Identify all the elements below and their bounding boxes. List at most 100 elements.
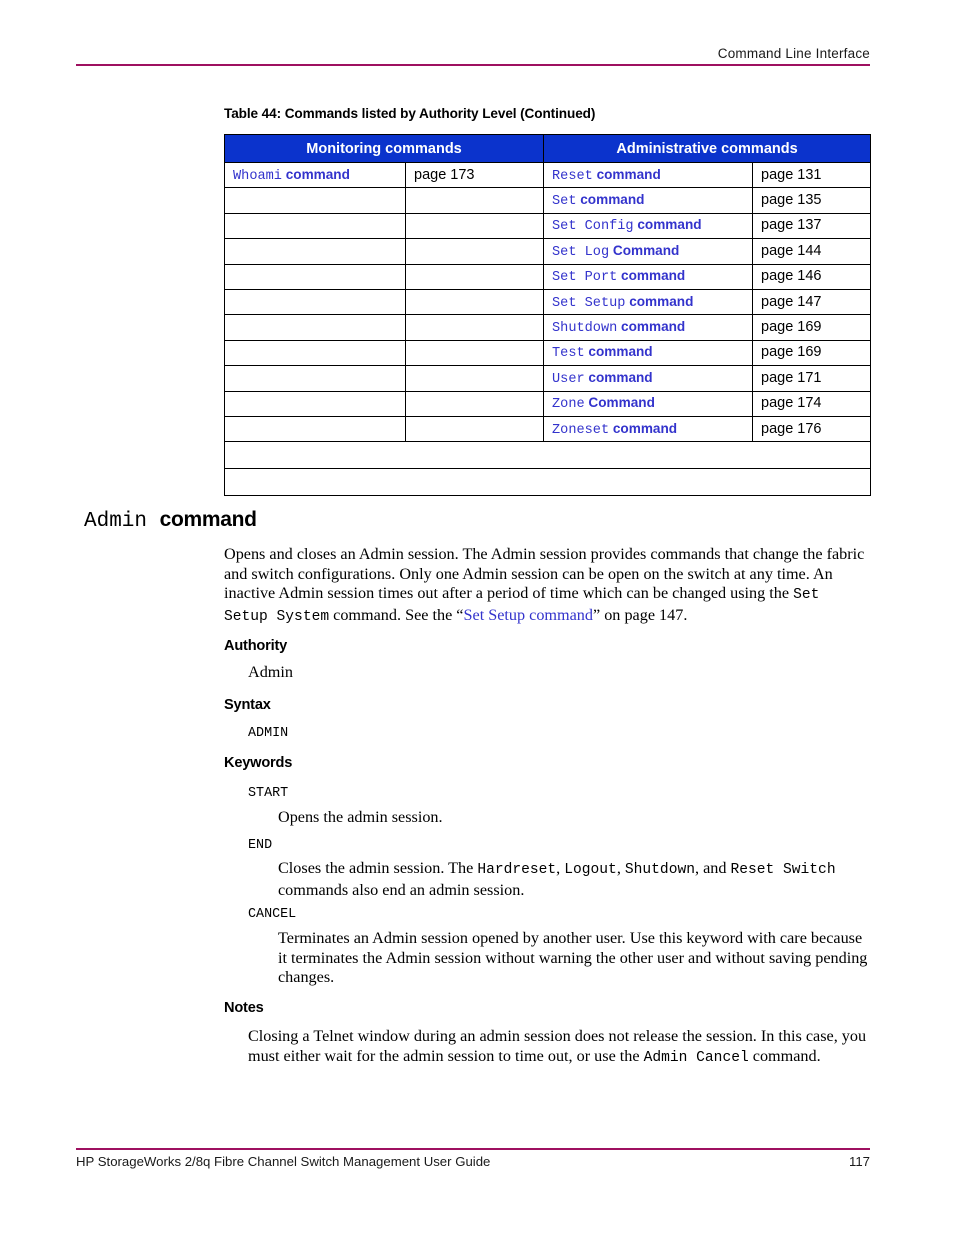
page-reference: page 144: [761, 242, 822, 259]
table-cell-page-reference: page 169: [752, 314, 872, 341]
table-cell-command[interactable]: Reset command: [543, 161, 754, 189]
table-header-row: Monitoring commands Administrative comma…: [223, 134, 872, 163]
keyword-end-text-3: ,: [616, 859, 625, 877]
administrative-command-link[interactable]: Set Port: [552, 270, 617, 285]
footer-page-number: 117: [848, 1153, 870, 1169]
monitoring-command-link[interactable]: Whoami: [233, 169, 282, 184]
running-header-title: Command Line Interface: [717, 46, 870, 61]
table-cell-page-reference: [404, 238, 545, 265]
table-row: Whoami command page 173 Reset command page …: [224, 161, 872, 189]
commands-authority-table: Monitoring commands Administrative comma…: [223, 134, 872, 497]
command-link-word[interactable]: command: [629, 294, 693, 309]
footer-rule: [76, 1148, 870, 1150]
table-cell-command: [224, 415, 406, 443]
table-cell-empty: [223, 441, 872, 470]
intro-text-part2: command. See the “: [329, 605, 464, 624]
administrative-command-link[interactable]: User: [552, 372, 585, 387]
administrative-command-link[interactable]: Zone: [552, 397, 585, 412]
page-footer: HP StorageWorks 2/8q Fibre Channel Switc…: [76, 1148, 870, 1169]
keyword-end-text-4: , and: [694, 859, 731, 877]
table-cell-page-reference: page 169: [752, 339, 872, 367]
command-link-word[interactable]: command: [580, 192, 644, 207]
command-link-word[interactable]: command: [597, 167, 661, 182]
command-link-word[interactable]: command: [637, 217, 701, 232]
table-caption: Table 44: Commands listed by Authority L…: [224, 106, 596, 121]
table-cell-command[interactable]: Whoami command: [224, 161, 406, 189]
table-cell-command[interactable]: Zone Command: [543, 390, 754, 417]
table-cell-command[interactable]: Shutdown command: [543, 314, 754, 341]
table-cell-command[interactable]: User command: [543, 365, 754, 392]
table-cell-page-reference: [404, 365, 545, 392]
keyword-definition-cancel: Terminates an Admin session opened by an…: [278, 929, 870, 988]
subheading-syntax: Syntax: [224, 697, 271, 713]
table-row: Zone Command page 174: [224, 390, 872, 417]
table-cell-page-reference: page 174: [752, 390, 872, 417]
page-reference: page 135: [761, 192, 822, 209]
table-cell-command[interactable]: Set command: [543, 187, 754, 214]
table-cell-command[interactable]: Zoneset command: [543, 415, 754, 443]
notes-text-2: command.: [748, 1046, 821, 1065]
administrative-command-link[interactable]: Set Config: [552, 219, 634, 234]
subheading-notes: Notes: [224, 1000, 264, 1016]
administrative-command-link[interactable]: Zoneset: [552, 423, 609, 438]
document-page: Command Line Interface Table 44: Command…: [0, 0, 954, 1235]
keyword-definition-start: Opens the admin session.: [278, 808, 870, 828]
command-link-word[interactable]: command: [613, 421, 677, 436]
page-reference: page 169: [761, 344, 822, 361]
administrative-command-link[interactable]: Shutdown: [552, 321, 617, 336]
keyword-end-code-reset-switch: Reset Switch: [730, 862, 836, 878]
administrative-command-link[interactable]: Set: [552, 194, 576, 209]
header-rule: [76, 64, 870, 66]
table-cell-page-reference: page 131: [752, 161, 872, 189]
keyword-cancel-text: Terminates an Admin session opened by an…: [278, 929, 868, 987]
keyword-end-code-shutdown: Shutdown: [624, 862, 695, 878]
heading-command-name: Admin: [84, 510, 148, 533]
table-cell-page-reference: page 176: [752, 415, 872, 443]
table-row: Set Port command page 146: [224, 263, 872, 290]
table-cell-command: [224, 212, 406, 240]
authority-value: Admin: [248, 663, 293, 681]
cross-reference-set-setup-command[interactable]: Set Setup command: [464, 606, 593, 624]
page-reference: page 169: [761, 319, 822, 336]
keyword-end-code-hardreset: Hardreset: [477, 862, 557, 878]
command-link-word[interactable]: command: [588, 344, 652, 359]
table-row: Set Config command page 137: [224, 212, 872, 240]
command-link-word[interactable]: Command: [613, 243, 679, 258]
keyword-term-end: END: [248, 838, 273, 853]
footer-guide-title: HP StorageWorks 2/8q Fibre Channel Switc…: [76, 1153, 491, 1169]
page-reference: page 131: [761, 166, 822, 183]
command-link-word[interactable]: command: [286, 167, 350, 182]
table-cell-command[interactable]: Set Config command: [543, 212, 754, 240]
command-link-word[interactable]: command: [621, 268, 685, 283]
intro-text-part3: ” on page 147.: [592, 605, 688, 624]
command-link-word[interactable]: Command: [588, 395, 654, 410]
table-cell-page-reference: page 146: [752, 263, 872, 290]
administrative-command-link[interactable]: Set Log: [552, 245, 609, 260]
administrative-command-link[interactable]: Set Setup: [552, 296, 625, 311]
table-cell-command[interactable]: Set Setup command: [543, 288, 754, 316]
syntax-value: ADMIN: [248, 726, 289, 741]
table-cell-command[interactable]: Test command: [543, 339, 754, 367]
administrative-command-link[interactable]: Reset: [552, 169, 593, 184]
table-cell-page-reference: page 173: [404, 161, 545, 189]
administrative-command-link[interactable]: Test: [552, 346, 585, 361]
table-cell-page-reference: [404, 187, 545, 214]
command-link-word[interactable]: command: [621, 319, 685, 334]
table-cell-command[interactable]: Set Port command: [543, 263, 754, 290]
page-reference: page 174: [761, 395, 822, 412]
table-cell-command: [224, 187, 406, 214]
table-body: Whoami command page 173 Reset command page …: [223, 161, 872, 497]
heading-command-word: command: [159, 508, 257, 531]
column-header-administrative: Administrative commands: [543, 134, 872, 163]
column-header-monitoring: Monitoring commands: [223, 134, 545, 163]
table-row: Set Log Command page 144: [224, 238, 872, 265]
command-link-word[interactable]: command: [588, 370, 652, 385]
table-row: Test command page 169: [224, 339, 872, 367]
table-cell-command[interactable]: Set Log Command: [543, 238, 754, 265]
table-row: Shutdown command page 169: [224, 314, 872, 341]
table-cell-page-reference: [404, 390, 545, 417]
table-row: Set Setup command page 147: [224, 288, 872, 316]
table-row-empty: [223, 468, 872, 497]
table-cell-page-reference: [404, 263, 545, 290]
table-cell-command: [224, 339, 406, 367]
